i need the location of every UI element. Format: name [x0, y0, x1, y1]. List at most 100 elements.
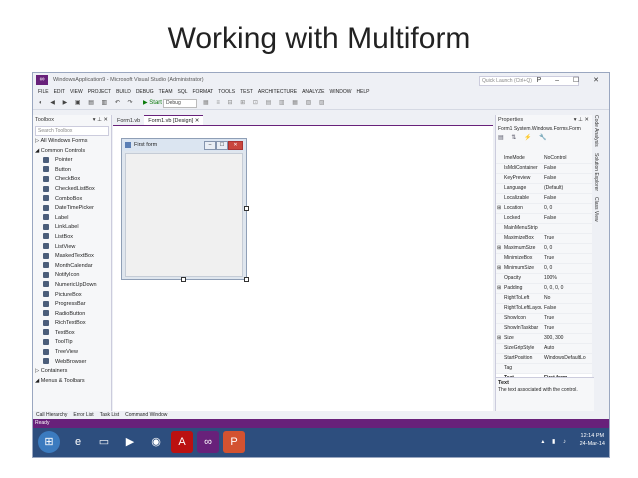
menu-analyze[interactable]: ANALYZE — [302, 87, 324, 97]
form-client-area[interactable] — [125, 153, 243, 277]
toolbox-item[interactable]: RichTextBox — [33, 319, 111, 329]
property-row[interactable]: Opacity 100% — [496, 274, 592, 284]
menu-edit[interactable]: EDIT — [54, 87, 65, 97]
property-value[interactable]: Auto — [544, 344, 588, 353]
menu-project[interactable]: PROJECT — [88, 87, 111, 97]
property-row[interactable]: ShowInTaskbar True — [496, 324, 592, 334]
property-value[interactable]: False — [544, 214, 588, 223]
firefox-icon[interactable]: ◉ — [145, 431, 167, 453]
side-tab-solution-explorer[interactable]: Solution Explorer — [593, 153, 599, 191]
resize-handle-corner[interactable] — [244, 277, 249, 282]
property-value[interactable]: 0, 0 — [544, 204, 588, 213]
property-row[interactable]: SizeGripStyle Auto — [496, 344, 592, 354]
property-value[interactable]: False — [544, 194, 588, 203]
property-value[interactable]: 300, 300 — [544, 334, 588, 343]
menu-build[interactable]: BUILD — [116, 87, 131, 97]
toolbox-group-menus-toolbars[interactable]: ◢ Menus & Toolbars — [33, 377, 111, 387]
menu-team[interactable]: TEAM — [159, 87, 173, 97]
property-value[interactable]: (Default) — [544, 184, 588, 193]
resize-handle-bottom[interactable] — [181, 277, 186, 282]
tab-task-list[interactable]: Task List — [100, 411, 119, 419]
menu-architecture[interactable]: ARCHITECTURE — [258, 87, 297, 97]
properties-toolbar[interactable]: ▤ ⇅ ⚡ 🔧 — [496, 134, 592, 144]
toolbox-item[interactable]: MaskedTextBox — [33, 252, 111, 262]
menu-test[interactable]: TEST — [240, 87, 253, 97]
property-row[interactable]: ImeMode NoControl — [496, 154, 592, 164]
property-value[interactable]: 0, 0 — [544, 264, 588, 273]
tab-command-window[interactable]: Command Window — [125, 411, 167, 419]
menu-view[interactable]: VIEW — [70, 87, 83, 97]
property-row[interactable]: KeyPreview False — [496, 174, 592, 184]
media-player-icon[interactable]: ▶ — [119, 431, 141, 453]
system-tray-icons[interactable]: ▴ ▮ ♪ — [541, 438, 569, 445]
toolbox-item[interactable]: PictureBox — [33, 291, 111, 301]
tab-error-list[interactable]: Error List — [73, 411, 93, 419]
menu-format[interactable]: FORMAT — [193, 87, 214, 97]
configuration-dropdown[interactable]: Debug — [163, 99, 197, 108]
menu-tools[interactable]: TOOLS — [218, 87, 235, 97]
toolbox-item[interactable]: TextBox — [33, 329, 111, 339]
tab-close-icon[interactable]: ✕ — [195, 118, 200, 124]
property-row[interactable]: RightToLeft No — [496, 294, 592, 304]
file-explorer-icon[interactable]: ▭ — [93, 431, 115, 453]
expand-icon[interactable]: ⊞ — [497, 284, 501, 293]
property-row[interactable]: MainMenuStrip — [496, 224, 592, 234]
toolbox-item[interactable]: ComboBox — [33, 195, 111, 205]
property-row[interactable]: Language (Default) — [496, 184, 592, 194]
expand-icon[interactable]: ⊞ — [497, 264, 501, 273]
start-debug-button[interactable]: ▶ Start — [143, 99, 162, 106]
property-row[interactable]: ⊞ Size 300, 300 — [496, 334, 592, 344]
toolbox-item[interactable]: LinkLabel — [33, 223, 111, 233]
property-value[interactable]: True — [544, 234, 588, 243]
property-value[interactable]: 0, 0 — [544, 244, 588, 253]
property-row[interactable]: Locked False — [496, 214, 592, 224]
toolbox-group-all-windows-forms[interactable]: ▷ All Windows Forms — [33, 137, 111, 147]
property-row[interactable]: Localizable False — [496, 194, 592, 204]
properties-panel-controls[interactable]: ▾ ⊥ ✕ — [574, 115, 589, 125]
pdf-reader-icon[interactable]: A — [171, 431, 193, 453]
powerpoint-icon[interactable]: P — [223, 431, 245, 453]
toolbox-item[interactable]: MonthCalendar — [33, 262, 111, 272]
property-value[interactable]: True — [544, 314, 588, 323]
property-value[interactable]: WindowsDefaultLo — [544, 354, 588, 363]
property-row[interactable]: ⊞ MaximumSize 0, 0 — [496, 244, 592, 254]
tab-call-hierarchy[interactable]: Call Hierarchy — [36, 411, 67, 419]
property-value[interactable]: True — [544, 254, 588, 263]
toolbox-item[interactable]: DateTimePicker — [33, 204, 111, 214]
side-tab-class-view[interactable]: Class View — [593, 197, 599, 222]
visual-studio-taskbar-icon[interactable]: ∞ — [197, 431, 219, 453]
property-value[interactable]: 0, 0, 0, 0 — [544, 284, 588, 293]
toolbox-item[interactable]: WebBrowser — [33, 358, 111, 368]
property-row[interactable]: ⊞ Padding 0, 0, 0, 0 — [496, 284, 592, 294]
toolbox-group-common-controls[interactable]: ◢ Common Controls — [33, 147, 111, 157]
toolbox-item[interactable]: CheckedListBox — [33, 185, 111, 195]
toolbox-item[interactable]: Pointer — [33, 156, 111, 166]
toolbox-item[interactable]: ListBox — [33, 233, 111, 243]
form-designer[interactable]: First form – ☐ ✕ — [121, 138, 247, 280]
resize-handle-right[interactable] — [244, 206, 249, 211]
taskbar-clock[interactable]: 12:14 PM 24-Mar-14 — [580, 432, 605, 448]
toolbox-search-input[interactable]: Search Toolbox — [35, 126, 109, 136]
toolbox-group-containers[interactable]: ▷ Containers — [33, 367, 111, 377]
toolbox-item[interactable]: NotifyIcon — [33, 271, 111, 281]
property-value[interactable]: False — [544, 164, 588, 173]
menu-debug[interactable]: DEBUG — [136, 87, 154, 97]
menu-window[interactable]: WINDOW — [329, 87, 351, 97]
toolbox-item[interactable]: CheckBox — [33, 175, 111, 185]
property-row[interactable]: IsMdiContainer False — [496, 164, 592, 174]
property-row[interactable]: ⊞ Location 0, 0 — [496, 204, 592, 214]
property-value[interactable]: True — [544, 324, 588, 333]
property-value[interactable]: 100% — [544, 274, 588, 283]
property-value[interactable]: False — [544, 174, 588, 183]
toolbar-layout-icons[interactable]: ▦ ≡ ⊟ ⊞ ⊡ ▤ ▥ ▦ ▧ ▨ — [203, 99, 328, 106]
property-row[interactable]: ShowIcon True — [496, 314, 592, 324]
property-value[interactable]: No — [544, 294, 588, 303]
toolbox-item[interactable]: NumericUpDown — [33, 281, 111, 291]
property-value[interactable]: False — [544, 304, 588, 313]
toolbox-item[interactable]: ToolTip — [33, 338, 111, 348]
toolbox-item[interactable]: TreeView — [33, 348, 111, 358]
toolbox-item[interactable]: Button — [33, 166, 111, 176]
window-control-buttons[interactable]: P – ☐ ✕ — [537, 76, 605, 84]
property-row[interactable]: MaximizeBox True — [496, 234, 592, 244]
property-value[interactable]: NoControl — [544, 154, 588, 163]
